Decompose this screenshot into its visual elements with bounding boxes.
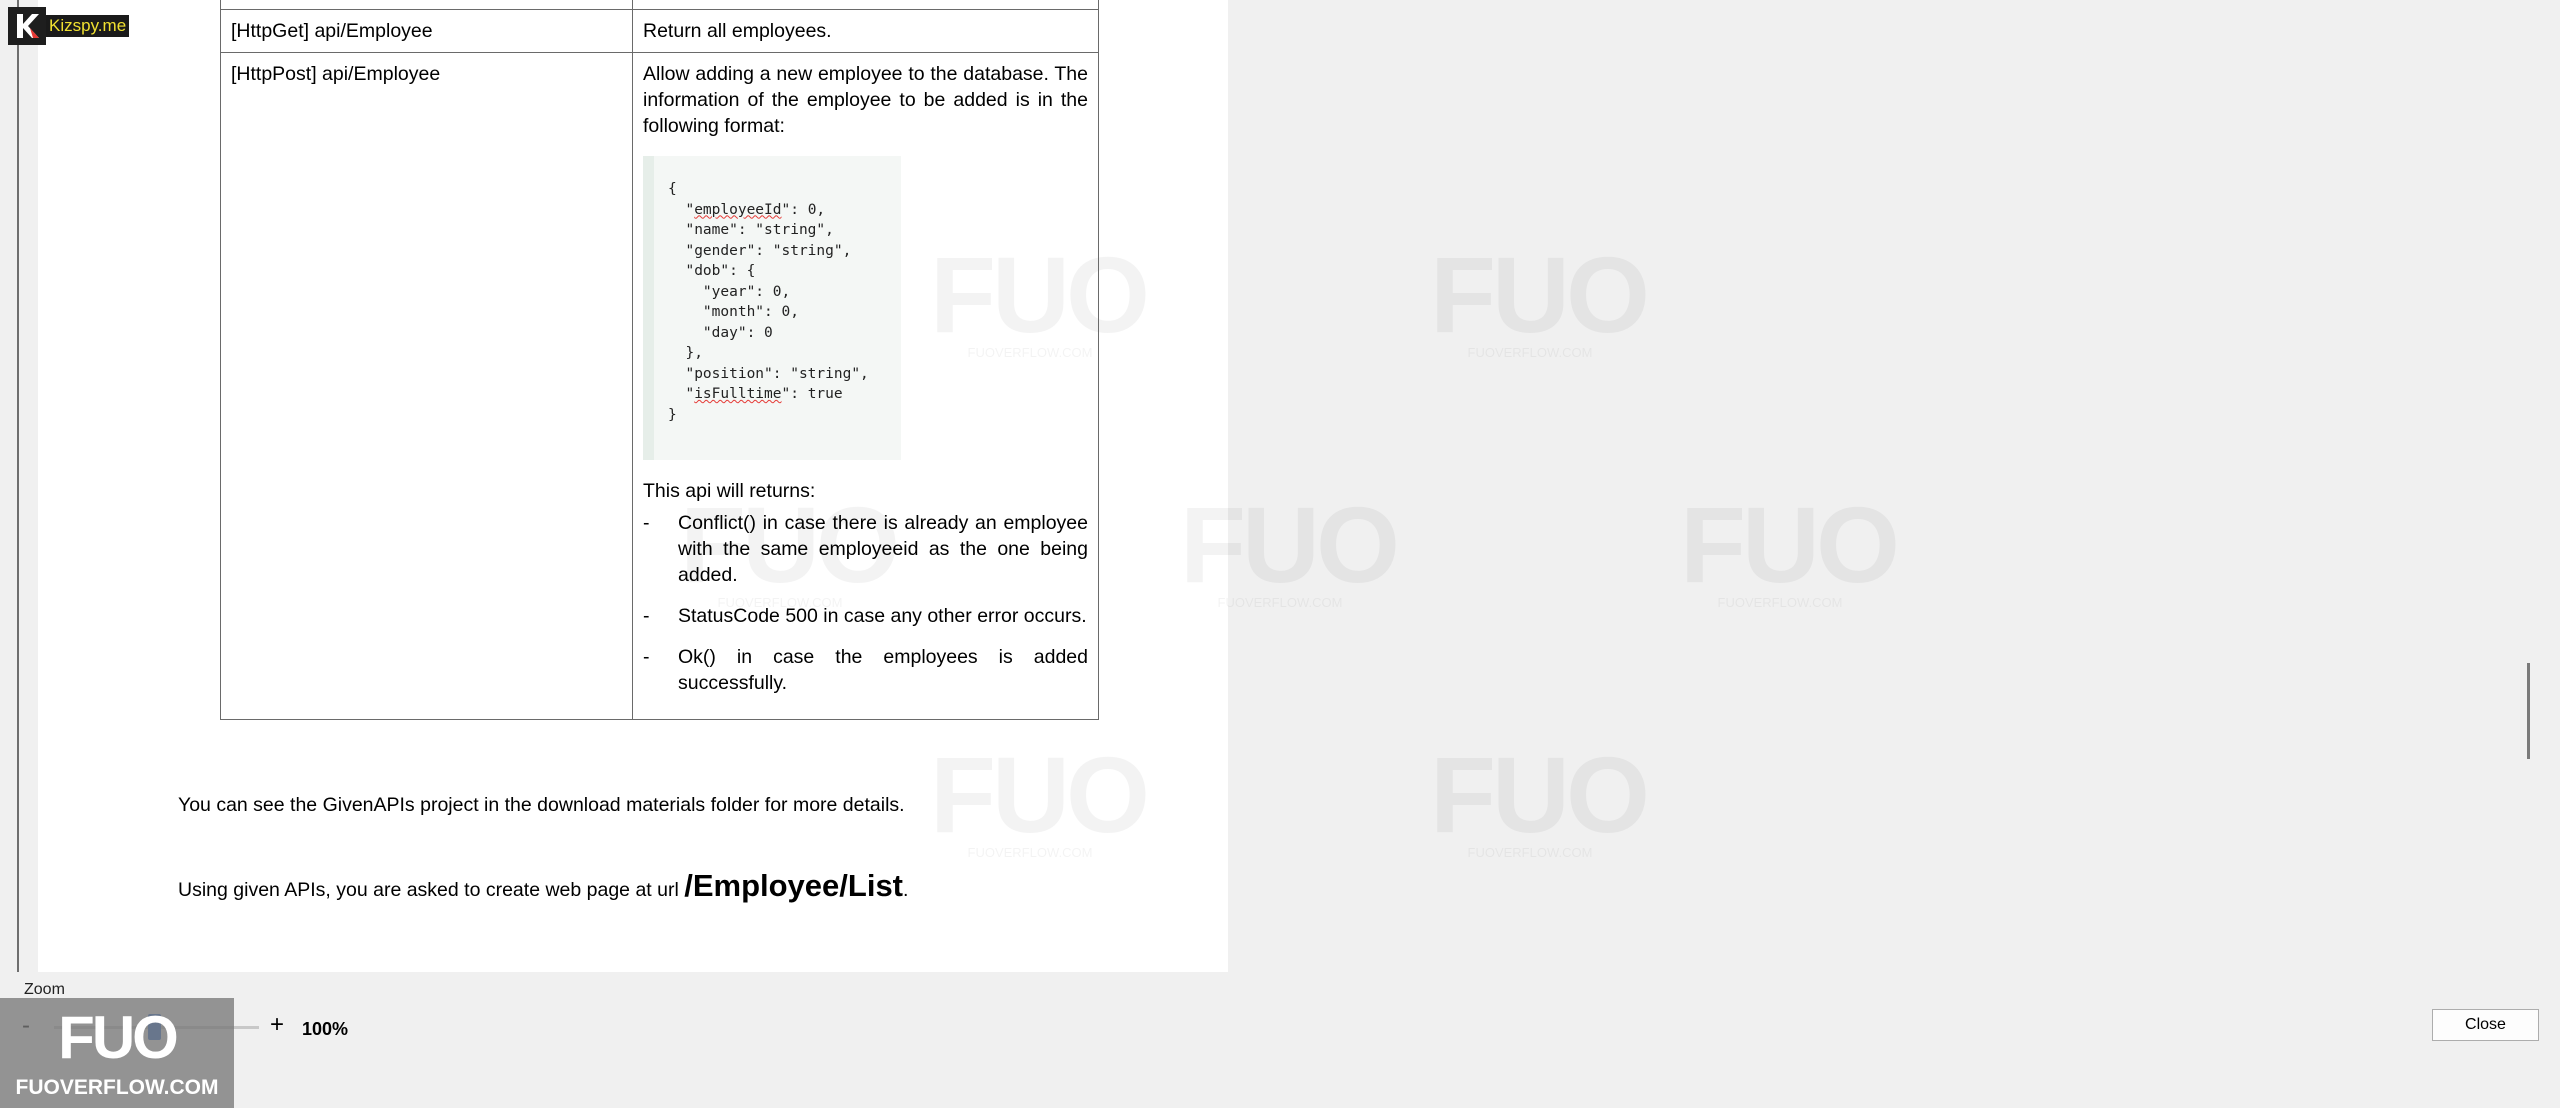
note-cell: Return all employees. bbox=[632, 9, 1099, 53]
json-code-sample: { "employeeId": 0, "name": "string", "ge… bbox=[643, 156, 901, 460]
spellcheck-word: isFulltime bbox=[694, 386, 782, 402]
list-item: Conflict() in case there is already an e… bbox=[643, 510, 1088, 588]
task-paragraph: Using given APIs, you are asked to creat… bbox=[178, 868, 908, 904]
watermark: FUOFUOVERFLOW.COM bbox=[1180, 491, 1400, 611]
table-row: [HttpGet] api/Employee Return all employ… bbox=[220, 9, 1099, 53]
returns-intro: This api will returns: bbox=[643, 480, 816, 502]
note-cell: Allow adding a new employee to the datab… bbox=[632, 52, 1099, 720]
api-cell: [HttpPost] api/Employee bbox=[220, 52, 633, 720]
task-suffix: . bbox=[903, 879, 909, 901]
list-item: Ok() in case the employees is added succ… bbox=[643, 644, 1088, 696]
site-logo: Kizspy.me bbox=[8, 6, 130, 46]
details-paragraph: You can see the GivenAPIs project in the… bbox=[178, 794, 905, 816]
task-text: Using given APIs, you are asked to creat… bbox=[178, 879, 685, 901]
zoom-label: Zoom bbox=[24, 981, 65, 998]
watermark: FUOFUOVERFLOW.COM bbox=[930, 741, 1150, 861]
zoom-in-button[interactable]: + bbox=[270, 1011, 284, 1039]
list-item: StatusCode 500 in case any other error o… bbox=[643, 603, 1088, 629]
watermark: FUOFUOVERFLOW.COM bbox=[1680, 491, 1900, 611]
returns-list: Conflict() in case there is already an e… bbox=[643, 510, 1088, 696]
document-viewer[interactable]: FUOFUOVERFLOW.COM FUOFUOVERFLOW.COM FUOF… bbox=[0, 0, 2546, 972]
note-intro: Allow adding a new employee to the datab… bbox=[643, 63, 1088, 137]
api-table: API Note [HttpGet] api/Employee Return a… bbox=[220, 0, 1099, 720]
code-text: { "employeeId": 0, "name": "string", "ge… bbox=[668, 181, 869, 423]
fuo-brand-text: FUOVERFLOW.COM bbox=[15, 1076, 219, 1099]
watermark: FUOFUOVERFLOW.COM bbox=[1430, 741, 1650, 861]
column-header: Note bbox=[632, 0, 1099, 10]
api-cell: [HttpGet] api/Employee bbox=[220, 9, 633, 53]
column-header: API bbox=[220, 0, 633, 10]
fuo-logo-mark: FUO bbox=[58, 1004, 179, 1071]
watermark: FUOFUOVERFLOW.COM bbox=[1430, 241, 1650, 361]
target-url: /Employee/List bbox=[684, 868, 904, 903]
fuoverflow-badge: FUO FUOVERFLOW.COM bbox=[0, 998, 234, 1108]
k-logo-icon bbox=[8, 7, 46, 45]
vertical-scrollbar-thumb[interactable] bbox=[2527, 663, 2530, 759]
viewer-border bbox=[17, 0, 19, 972]
table-header-row: API Note bbox=[220, 0, 1099, 10]
logo-text: Kizspy.me bbox=[46, 15, 130, 37]
close-button[interactable]: Close bbox=[2432, 1009, 2539, 1041]
spellcheck-word: employeeId bbox=[694, 201, 782, 218]
zoom-value: 100% bbox=[302, 1019, 349, 1039]
table-row: [HttpPost] api/Employee Allow adding a n… bbox=[220, 52, 1099, 720]
